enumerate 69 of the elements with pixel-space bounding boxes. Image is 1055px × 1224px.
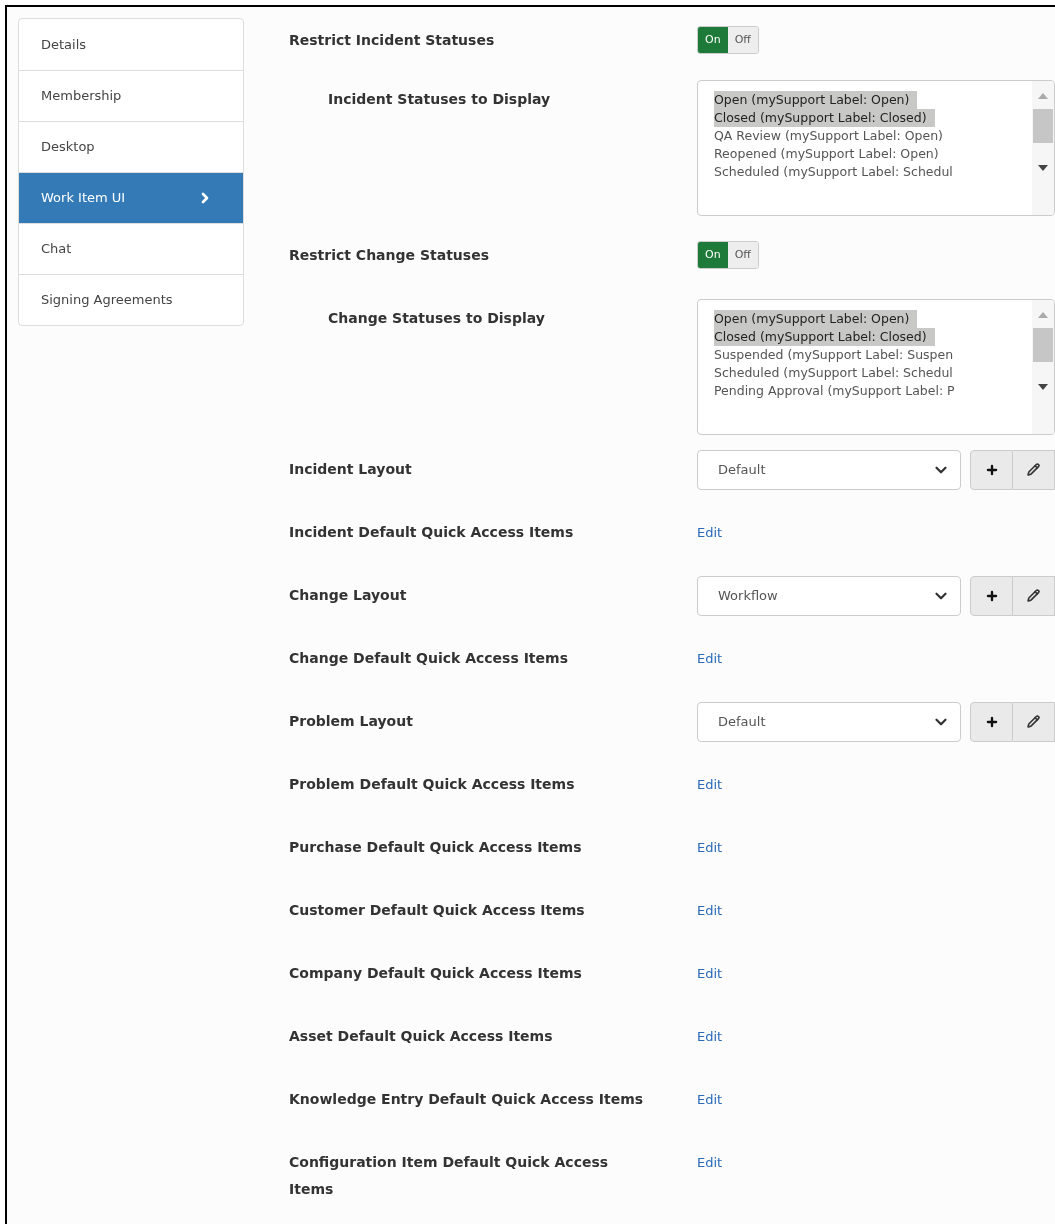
- setting-label: Change Default Quick Access Items: [289, 649, 569, 668]
- scrollbar-thumb[interactable]: [1033, 109, 1053, 143]
- listbox-option[interactable]: Closed (mySupport Label: Closed): [714, 328, 935, 346]
- setting-label: Change Layout: [289, 586, 408, 605]
- sidebar-item[interactable]: Membership: [19, 70, 243, 121]
- sidebar-item[interactable]: Chat: [19, 223, 243, 274]
- edit-link[interactable]: Edit: [697, 960, 723, 987]
- edit-button[interactable]: [1013, 575, 1055, 616]
- status-listbox[interactable]: Open (mySupport Label: Open) Closed (mySupport Label: Closed) Suspended (mySupport Label: Suspen Scheduled (mySupport Label: Schedul Pending Approval (mySupport Label: P: [697, 299, 1055, 435]
- edit-link[interactable]: Edit: [697, 834, 723, 861]
- add-button[interactable]: [970, 575, 1013, 616]
- scrollbar[interactable]: [1032, 81, 1054, 215]
- edit-link[interactable]: Edit: [697, 1149, 723, 1176]
- sidebar-item[interactable]: Details: [19, 19, 243, 70]
- listbox-option[interactable]: Scheduled (mySupport Label: Schedul: [714, 163, 953, 181]
- setting-label: Incident Default Quick Access Items: [289, 523, 575, 542]
- scroll-down-icon[interactable]: [1038, 384, 1048, 390]
- listbox-option[interactable]: Reopened (mySupport Label: Open): [714, 145, 939, 163]
- setting-label: Company Default Quick Access Items: [289, 964, 583, 983]
- edit-link[interactable]: Edit: [697, 1023, 723, 1050]
- off-option[interactable]: Off: [727, 27, 758, 53]
- setting-label: Problem Default Quick Access Items: [289, 775, 576, 794]
- layout-dropdown[interactable]: Workflow: [697, 575, 961, 616]
- setting-label: Problem Layout: [289, 712, 414, 731]
- layout-dropdown[interactable]: Default: [697, 701, 961, 742]
- listbox-option[interactable]: Open (mySupport Label: Open): [714, 310, 918, 328]
- listbox-option[interactable]: QA Review (mySupport Label: Open): [714, 127, 943, 145]
- setting-label: Asset Default Quick Access Items: [289, 1027, 554, 1046]
- setting-label: Purchase Default Quick Access Items: [289, 838, 583, 857]
- add-button[interactable]: [970, 701, 1013, 742]
- plus-icon: [984, 588, 999, 603]
- on-option[interactable]: On: [698, 242, 728, 268]
- setting-label: Customer Default Quick Access Items: [289, 901, 586, 920]
- on-off-toggle[interactable]: On Off: [697, 241, 759, 269]
- sidebar-item[interactable]: Work Item UI: [19, 172, 243, 223]
- setting-label: Incident Statuses to Display: [328, 90, 552, 109]
- pencil-icon: [1027, 463, 1040, 476]
- scrollbar-thumb[interactable]: [1033, 328, 1053, 362]
- setting-label: Restrict Change Statuses: [289, 245, 490, 265]
- sidebar-item[interactable]: Signing Agreements: [19, 274, 243, 325]
- pencil-icon: [1027, 589, 1040, 602]
- on-option[interactable]: On: [698, 27, 728, 53]
- on-off-toggle[interactable]: On Off: [697, 26, 759, 54]
- setting-label: Restrict Incident Statuses: [289, 30, 496, 50]
- plus-icon: [984, 462, 999, 477]
- listbox-option[interactable]: Closed (mySupport Label: Closed): [714, 109, 935, 127]
- scrollbar[interactable]: [1032, 300, 1054, 434]
- setting-label: Configuration Item Default Quick Access Items: [289, 1153, 610, 1199]
- edit-link[interactable]: Edit: [697, 1086, 723, 1113]
- layout-dropdown[interactable]: Default: [697, 449, 961, 490]
- add-button[interactable]: [970, 449, 1013, 490]
- setting-label: Knowledge Entry Default Quick Access Items: [289, 1090, 645, 1109]
- scroll-down-icon[interactable]: [1038, 165, 1048, 171]
- setting-label: Incident Layout: [289, 460, 413, 479]
- off-option[interactable]: Off: [727, 242, 758, 268]
- edit-link[interactable]: Edit: [697, 771, 723, 798]
- pencil-icon: [1027, 715, 1040, 728]
- edit-button[interactable]: [1013, 449, 1055, 490]
- listbox-option[interactable]: Open (mySupport Label: Open): [714, 91, 918, 109]
- listbox-option[interactable]: Scheduled (mySupport Label: Schedul: [714, 364, 953, 382]
- listbox-option[interactable]: Pending Approval (mySupport Label: P: [714, 382, 955, 400]
- listbox-option[interactable]: Suspended (mySupport Label: Suspen: [714, 346, 954, 364]
- plus-icon: [984, 714, 999, 729]
- setting-label: Change Statuses to Display: [328, 309, 546, 328]
- edit-button[interactable]: [1013, 701, 1055, 742]
- edit-link[interactable]: Edit: [697, 519, 723, 546]
- edit-link[interactable]: Edit: [697, 645, 723, 672]
- status-listbox[interactable]: Open (mySupport Label: Open) Closed (mySupport Label: Closed) QA Review (mySupport Label: Open) Reopened (mySupport Label: Open) Scheduled (mySupport Label: Schedul: [697, 80, 1055, 216]
- edit-link[interactable]: Edit: [697, 897, 723, 924]
